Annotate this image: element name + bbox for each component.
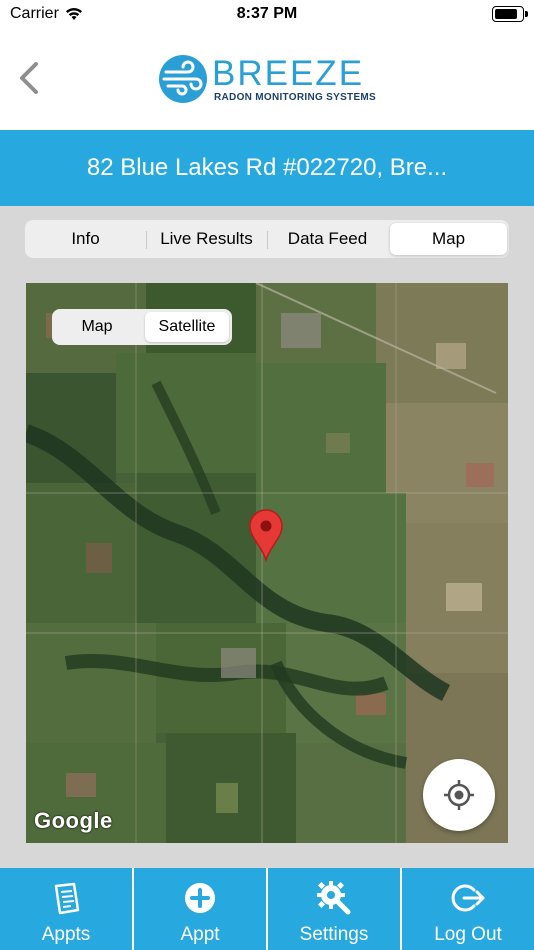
- map-type-map[interactable]: Map: [55, 312, 139, 342]
- bottom-nav: Appts Appt Settings Log Out: [0, 868, 534, 950]
- tab-info[interactable]: Info: [27, 223, 147, 255]
- segmented-tabs: Info Live Results Data Feed Map: [25, 220, 509, 258]
- logo-tagline: RADON MONITORING SYSTEMS: [214, 92, 377, 103]
- nav-appt-label: Appt: [180, 924, 220, 945]
- map-type-satellite[interactable]: Satellite: [145, 312, 229, 342]
- google-attribution: Google: [34, 808, 113, 833]
- app-header: BREEZE RADON MONITORING SYSTEMS: [0, 30, 534, 130]
- crosshair-icon: [444, 780, 474, 810]
- page-title: 82 Blue Lakes Rd #022720, Bre...: [86, 154, 448, 181]
- clipboard-icon: [54, 882, 80, 915]
- nav-appts-label: Appts: [41, 924, 91, 945]
- tab-live-results[interactable]: Live Results: [148, 223, 268, 255]
- plus-circle-icon: [185, 883, 215, 913]
- tab-data-feed[interactable]: Data Feed: [269, 223, 386, 255]
- back-chevron-icon[interactable]: [14, 60, 50, 96]
- nav-appts-button[interactable]: Appts: [0, 868, 132, 950]
- status-bar: Carrier 8:37 PM: [0, 0, 534, 30]
- gear-wrench-icon: [317, 881, 351, 915]
- tab-map[interactable]: Map: [390, 223, 507, 255]
- nav-logout-button[interactable]: Log Out: [402, 868, 534, 950]
- battery-icon: [492, 6, 528, 22]
- map-type-toggle: Map Satellite: [52, 309, 232, 345]
- map-pin-icon[interactable]: [248, 508, 284, 562]
- breeze-logo: BREEZE RADON MONITORING SYSTEMS: [158, 52, 378, 110]
- nav-appt-button[interactable]: Appt: [134, 868, 266, 950]
- status-time: 8:37 PM: [236, 5, 298, 22]
- logout-icon: [451, 884, 485, 912]
- logo-wordmark: BREEZE: [212, 54, 365, 93]
- address-title-bar: 82 Blue Lakes Rd #022720, Bre...: [0, 130, 534, 206]
- nav-logout-label: Log Out: [434, 924, 502, 945]
- locate-me-button[interactable]: [423, 759, 495, 831]
- nav-settings-label: Settings: [299, 924, 369, 945]
- logo-wind-icon: [159, 55, 207, 103]
- nav-settings-button[interactable]: Settings: [268, 868, 400, 950]
